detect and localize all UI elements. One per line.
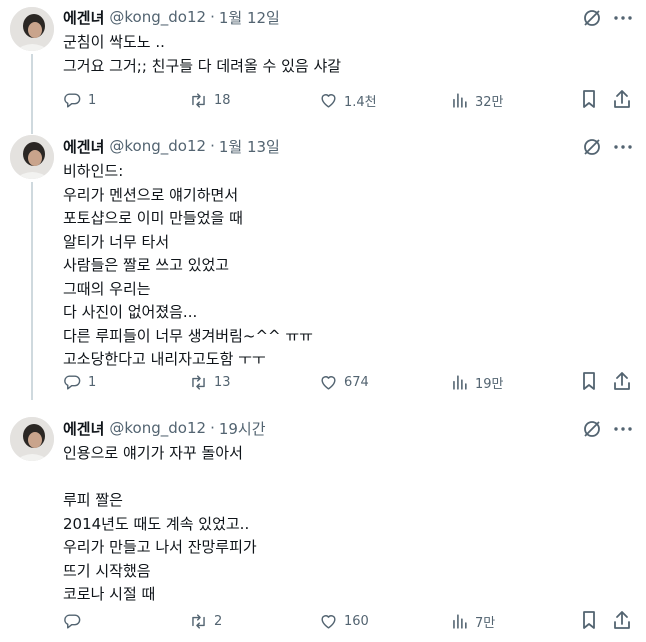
tweet-text: 비하인드: 우리가 멘션으로 얘기하면서 포토샵으로 이미 만들었을 때 알티가… [63,160,313,372]
heart-icon [321,375,336,390]
like-button[interactable]: 674 [319,371,369,393]
view-count: 7만 [475,615,496,631]
tweet-text-line: 군침이 싹도노 .. [63,33,165,51]
tweet-text-line: 코로나 시절 때 [63,585,156,603]
tweet-text-line [63,466,257,490]
bookmark-icon[interactable] [579,89,599,109]
more-icon[interactable] [612,8,634,28]
tweet-text-line: 포토샵으로 이미 만들었을 때 [63,209,243,227]
like-button[interactable]: 1.4천 [319,89,377,111]
views-chart-icon [453,92,467,108]
user-handle[interactable]: @kong_do12 [109,419,206,437]
thread-line [31,120,33,134]
grok-icon[interactable] [582,419,602,439]
tweet-text-line: 우리가 멘션으로 얘기하면서 [63,185,239,204]
heart-icon [321,614,336,629]
retweet-count: 13 [214,374,231,390]
grok-icon[interactable] [582,8,602,28]
separator-dot: · [210,419,215,437]
avatar[interactable] [10,7,54,51]
retweet-button[interactable]: 13 [189,371,231,393]
retweet-count: 2 [214,613,223,629]
user-handle[interactable]: @kong_do12 [109,137,206,155]
tweet-text: 인용으로 얘기가 자꾸 돌아서 루피 짤은 2014년도 때도 계속 있었고..… [63,442,257,607]
tweet-header: 에겐녀 @kong_do12 · 1월 12일 [63,6,280,28]
separator-dot: · [210,137,215,155]
tweet-text-line: 우리가 만들고 나서 잔망루피가 [63,538,257,556]
timestamp[interactable]: 19시간 [219,418,266,439]
tweet-text-line: 다른 루피들이 너무 생겨버림~^^ ㅠㅠ [63,326,313,345]
more-icon[interactable] [612,419,634,439]
timestamp[interactable]: 1월 13일 [219,136,280,157]
reply-button[interactable]: 1 [63,371,96,393]
share-icon[interactable] [612,371,632,391]
tweet-text-line: 비하인드: [63,162,124,180]
retweet-icon [192,374,205,390]
tweet-text-line: 루피 짤은 [63,491,123,509]
thread-line [31,54,33,120]
reply-icon [64,374,81,390]
action-bar: 1 13 674 19만 [63,371,633,393]
share-icon[interactable] [612,89,632,109]
user-handle[interactable]: @kong_do12 [109,8,206,26]
tweet-text-line: 인용으로 얘기가 자꾸 돌아서 [63,444,243,462]
tweet-text-line: 뜨기 시작했음 [63,561,151,580]
tweet-header: 에겐녀 @kong_do12 · 1월 13일 [63,135,280,157]
reply-icon [64,92,81,108]
tweet-text-line: 알티가 너무 타서 [63,232,170,251]
retweet-button[interactable]: 2 [189,610,222,632]
display-name[interactable]: 에겐녀 [63,418,104,439]
retweet-icon [192,92,205,108]
tweet-3[interactable]: 에겐녀 @kong_do12 · 19시간 인용으로 얘기가 자꾸 돌아서 루피… [0,412,646,642]
more-icon[interactable] [612,137,634,157]
views-chart-icon [453,374,467,390]
grok-icon[interactable] [582,137,602,157]
view-count: 19만 [475,376,504,392]
heart-icon [321,93,336,108]
display-name[interactable]: 에겐녀 [63,7,104,28]
views-chart-icon [453,613,467,629]
view-count: 32만 [475,94,504,110]
retweet-count: 18 [214,92,231,108]
tweet-text-line: 그때의 우리는 [63,279,151,298]
timestamp[interactable]: 1월 12일 [219,7,280,28]
like-button[interactable]: 160 [319,610,369,632]
tweet-text: 군침이 싹도노 .. 그거요 그거;; 친구들 다 데려올 수 있음 샤갈 [63,31,341,78]
tweet-header: 에겐녀 @kong_do12 · 19시간 [63,417,266,439]
tweet-text-line: 그거요 그거;; 친구들 다 데려올 수 있음 샤갈 [63,56,342,75]
like-count: 674 [344,374,369,390]
like-count: 1.4천 [344,94,377,110]
tweet-text-line: 고소당한다고 내리자고도함 ㅜㅜ [63,350,266,368]
tweet-text-line: 사람들은 짤로 쓰고 있었고 [63,256,230,274]
retweet-button[interactable]: 18 [189,89,231,111]
display-name[interactable]: 에겐녀 [63,136,104,157]
tweet-1[interactable]: 에겐녀 @kong_do12 · 1월 12일 군침이 싹도노 .. 그거요 그… [0,0,646,120]
separator-dot: · [210,8,215,26]
avatar[interactable] [10,417,54,461]
reply-count: 1 [88,92,97,108]
views-button[interactable]: 7만 [450,610,495,632]
like-count: 160 [344,613,369,629]
avatar[interactable] [10,135,54,179]
views-button[interactable]: 19만 [450,371,504,393]
tweet-text-line: 2014년도 때도 계속 있었고.. [63,514,250,533]
action-bar: 2 160 7만 [63,610,633,632]
bookmark-icon[interactable] [579,610,599,630]
action-bar: 1 18 1.4천 32만 [63,89,633,111]
views-button[interactable]: 32만 [450,89,504,111]
tweet-text-line: 다 사진이 없어졌음... [63,303,198,321]
reply-icon [64,613,81,629]
thread-line [31,182,33,400]
bookmark-icon[interactable] [579,371,599,391]
reply-count: 1 [88,374,97,390]
reply-button[interactable]: 1 [63,89,96,111]
share-icon[interactable] [612,610,632,630]
reply-button[interactable] [63,610,88,632]
tweet-2[interactable]: 에겐녀 @kong_do12 · 1월 13일 비하인드: 우리가 멘션으로 얘… [0,120,646,400]
retweet-icon [192,613,205,629]
